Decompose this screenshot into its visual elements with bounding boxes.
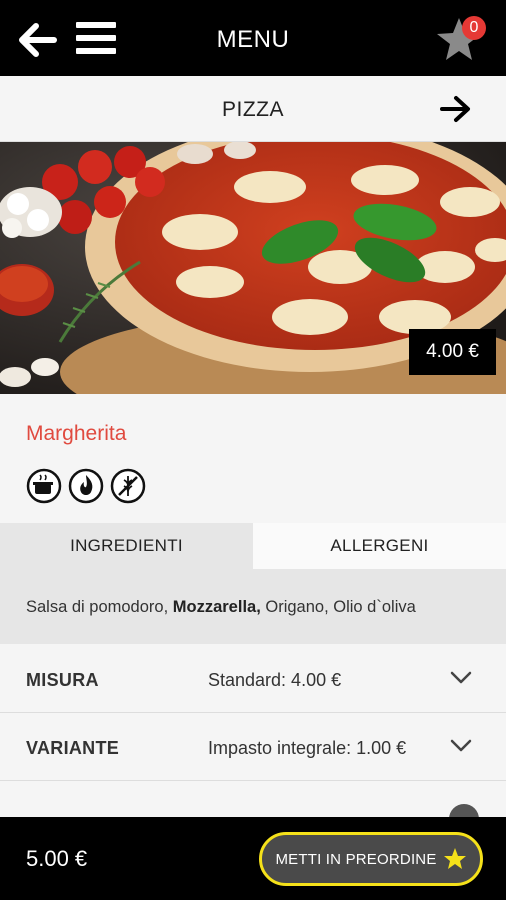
- option-row-variante[interactable]: VARIANTE Impasto integrale: 1.00 €: [0, 713, 506, 781]
- chevron-down-icon[interactable]: [450, 671, 472, 685]
- tab-ingredienti[interactable]: INGREDIENTI: [0, 523, 253, 569]
- option-label: MISURA: [26, 670, 99, 690]
- order-total: 5.00 €: [26, 846, 88, 871]
- ingredients-panel: Salsa di pomodoro, Mozzarella, Origano, …: [0, 569, 506, 644]
- tab-allergeni[interactable]: ALLERGENI: [253, 523, 506, 569]
- option-value: Impasto integrale: 1.00 €: [208, 738, 407, 758]
- ingredients-bold: Mozzarella,: [172, 598, 261, 616]
- no-gluten-icon: [110, 468, 146, 504]
- ingredients-text: Salsa di pomodoro, Mozzarella, Origano, …: [26, 598, 416, 617]
- diet-icons: [26, 468, 146, 504]
- cooking-pot-icon: [26, 468, 62, 504]
- spicy-flame-icon: [68, 468, 104, 504]
- star-icon: [443, 848, 466, 869]
- cart-count-badge: 0: [462, 16, 486, 40]
- arrow-right-icon[interactable]: [440, 94, 472, 124]
- option-label: VARIANTE: [26, 738, 120, 758]
- category-bar: PIZZA: [0, 76, 506, 142]
- chevron-down-icon[interactable]: [450, 739, 472, 753]
- ingredients-part-1: Salsa di pomodoro,: [26, 598, 173, 616]
- page-title: MENU: [216, 26, 290, 53]
- category-title: PIZZA: [221, 98, 284, 121]
- option-value: Standard: 4.00 €: [208, 670, 342, 690]
- top-bar: MENU 0: [0, 0, 506, 76]
- product-name: Margherita: [26, 422, 127, 445]
- bottom-bar: 5.00 € METTI IN PREORDINE: [0, 817, 506, 900]
- product-info: Margherita: [0, 394, 506, 524]
- detail-tabs: INGREDIENTI ALLERGENI: [0, 523, 506, 569]
- product-price-tag: 4.00 €: [409, 329, 496, 375]
- ingredients-part-2: Origano, Olio d`oliva: [260, 598, 416, 616]
- preorder-button[interactable]: METTI IN PREORDINE: [259, 832, 483, 886]
- option-row-misura[interactable]: MISURA Standard: 4.00 €: [0, 645, 506, 713]
- preorder-label: METTI IN PREORDINE: [275, 850, 437, 868]
- option-row-partial: [0, 787, 506, 834]
